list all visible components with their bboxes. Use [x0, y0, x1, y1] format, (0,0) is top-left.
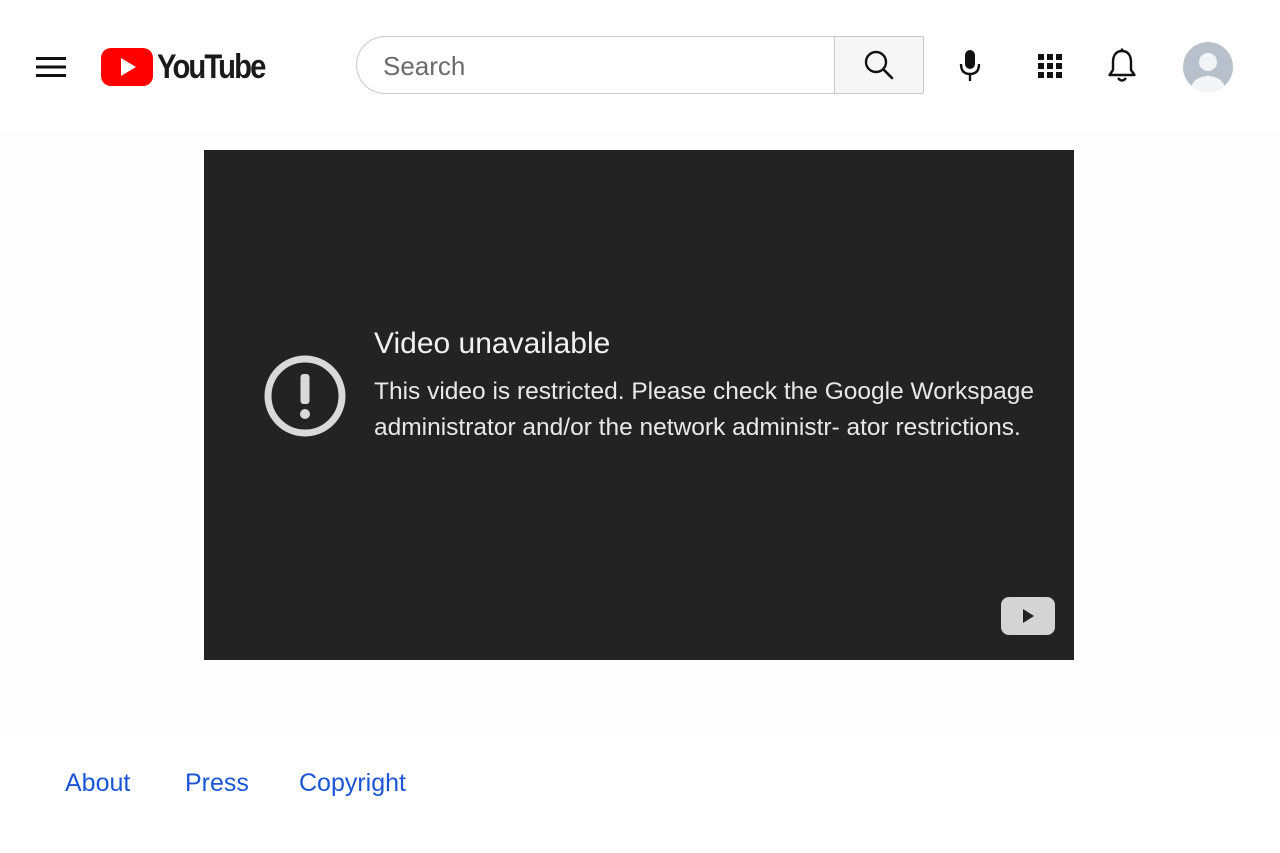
bell-icon	[1108, 48, 1136, 82]
menu-button[interactable]	[30, 46, 72, 88]
logo-text: YouTube	[157, 48, 266, 86]
avatar[interactable]	[1183, 42, 1233, 92]
menu-icon	[36, 57, 66, 77]
youtube-play-logo-icon	[101, 48, 153, 86]
error-message: This video is restricted. Please check t…	[374, 378, 1035, 441]
youtube-logo[interactable]: YouTube	[101, 46, 282, 88]
footer-link-about[interactable]: About	[65, 769, 130, 798]
exclamation-circle-icon	[264, 355, 346, 437]
search-input[interactable]	[381, 37, 825, 95]
masthead: YouTube	[0, 0, 1280, 132]
search-button[interactable]	[834, 36, 924, 94]
footer: About Press Copyright	[0, 735, 1280, 853]
search-box	[356, 36, 834, 95]
search-icon	[864, 50, 894, 80]
youtube-play-icon	[1023, 609, 1034, 623]
avatar-icon	[1191, 53, 1225, 92]
watch-on-youtube-button[interactable]	[1001, 597, 1055, 635]
footer-link-press[interactable]: Press	[185, 769, 249, 798]
apps-grid-icon	[1038, 54, 1062, 78]
error-title: Video unavailable	[374, 327, 611, 360]
video-player[interactable]: Video unavailable This video is restrict…	[204, 150, 1074, 660]
notifications-button[interactable]	[1100, 44, 1144, 88]
voice-search-button[interactable]	[950, 44, 990, 88]
microphone-icon	[959, 50, 981, 81]
footer-link-copyright[interactable]: Copyright	[299, 769, 406, 798]
apps-button[interactable]	[1030, 46, 1070, 86]
